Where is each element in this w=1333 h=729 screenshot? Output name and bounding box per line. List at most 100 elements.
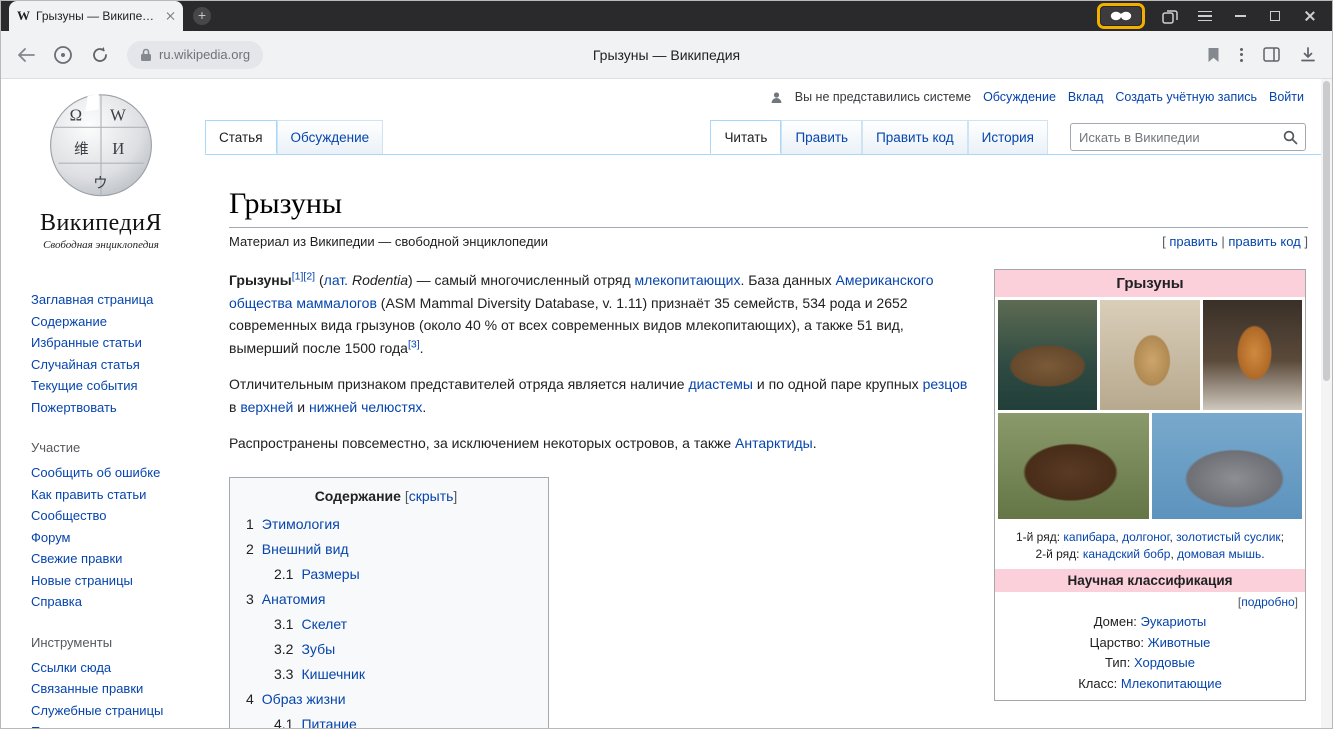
sidebar-item-new-pages[interactable]: Новые страницы bbox=[31, 570, 191, 592]
sidebar-item-recent-changes[interactable]: Свежие правки bbox=[31, 548, 191, 570]
inline-link[interactable]: золотистый суслик bbox=[1176, 530, 1281, 544]
sidebar-item-how-to-edit[interactable]: Как править статьи bbox=[31, 484, 191, 506]
scrollbar-thumb[interactable] bbox=[1323, 81, 1330, 381]
wikipedia-page: Ω W И 维 ウ ВикипедиЯ Свободная энциклопед… bbox=[1, 79, 1332, 728]
inline-link[interactable]: скрыть bbox=[409, 488, 454, 504]
tab-history[interactable]: История bbox=[968, 120, 1048, 154]
namespace-tabs: Статья Обсуждение bbox=[205, 120, 383, 154]
incognito-mask-button[interactable] bbox=[1101, 7, 1141, 25]
tab-groups-icon[interactable] bbox=[1160, 6, 1180, 26]
personal-link-create-account[interactable]: Создать учётную запись bbox=[1115, 90, 1257, 104]
taxobox: Грызуны 1-й ряд: капибара, д bbox=[994, 269, 1306, 701]
article-subtitle-row: Материал из Википедии — свободной энцикл… bbox=[229, 234, 1308, 249]
sidebar-item-report-error[interactable]: Сообщить об ошибке bbox=[31, 462, 191, 484]
sidebar-item-what-links-here[interactable]: Ссылки сюда bbox=[31, 657, 191, 679]
toc-item[interactable]: 3.1Скелет bbox=[246, 612, 526, 637]
yandex-icon[interactable] bbox=[53, 45, 73, 65]
sidebar-item-special-pages[interactable]: Служебные страницы bbox=[31, 700, 191, 722]
wikipedia-logo[interactable]: Ω W И 维 ウ ВикипедиЯ Свободная энциклопед… bbox=[31, 87, 171, 251]
download-icon[interactable] bbox=[1300, 47, 1316, 63]
page-scrollbar[interactable] bbox=[1321, 79, 1332, 728]
browser-tab[interactable]: W Грызуны — Википедия bbox=[9, 1, 183, 31]
toc-item[interactable]: 2Внешний вид bbox=[246, 537, 526, 562]
sidebar-item-forum[interactable]: Форум bbox=[31, 527, 191, 549]
inline-link[interactable]: домовая мышь bbox=[1177, 547, 1261, 561]
text-span: ) — самый многочисленный отряд bbox=[408, 272, 635, 288]
jerboa-photo[interactable] bbox=[1100, 300, 1199, 410]
inline-link[interactable]: долгоног bbox=[1122, 530, 1169, 544]
inline-link[interactable]: диастемы bbox=[688, 376, 753, 392]
sidebar-item-donate[interactable]: Пожертвовать bbox=[31, 397, 191, 419]
toc-item[interactable]: 3Анатомия bbox=[246, 587, 526, 612]
new-tab-button[interactable]: + bbox=[193, 7, 211, 25]
sidebar-item-help[interactable]: Справка bbox=[31, 591, 191, 613]
inline-link[interactable]: верхней bbox=[240, 399, 293, 415]
inline-link[interactable]: канадский бобр bbox=[1083, 547, 1171, 561]
beaver-photo[interactable] bbox=[998, 413, 1149, 519]
search-input[interactable] bbox=[1071, 124, 1283, 150]
reference-link[interactable]: [1] bbox=[292, 270, 304, 282]
inline-link[interactable]: править код bbox=[1228, 234, 1300, 249]
reference-link[interactable]: [2] bbox=[303, 270, 315, 282]
sidebar-item-contents[interactable]: Содержание bbox=[31, 311, 191, 333]
kebab-menu-icon[interactable] bbox=[1240, 48, 1243, 62]
taxobox-classification-header: Научная классификация bbox=[995, 569, 1305, 592]
sidebar-item-related-changes[interactable]: Связанные правки bbox=[31, 678, 191, 700]
text-span: и по одной паре крупных bbox=[753, 376, 923, 392]
text-span: Rodentia bbox=[352, 272, 408, 288]
wiki-main: Вы не представились системе Обсуждение В… bbox=[191, 79, 1332, 728]
toc-item[interactable]: 2.1Размеры bbox=[246, 562, 526, 587]
tab-edit[interactable]: Править bbox=[781, 120, 862, 154]
maximize-button[interactable] bbox=[1265, 6, 1285, 26]
bookmark-icon[interactable] bbox=[1207, 47, 1220, 63]
sidebar-item-current-events[interactable]: Текущие события bbox=[31, 375, 191, 397]
inline-link[interactable]: подробно bbox=[1241, 595, 1294, 609]
address-bar[interactable]: ru.wikipedia.org bbox=[127, 41, 263, 69]
tab-edit-source[interactable]: Править код bbox=[862, 120, 968, 154]
inline-link[interactable]: править bbox=[1169, 234, 1217, 249]
sidebar-item-community[interactable]: Сообщество bbox=[31, 505, 191, 527]
sidebar-item-permanent-link[interactable]: Постоянная ссылка bbox=[31, 721, 191, 728]
classification-details-link[interactable]: [подробно] bbox=[995, 592, 1305, 610]
house-mouse-photo[interactable] bbox=[1152, 413, 1303, 519]
inline-link[interactable]: капибара bbox=[1063, 530, 1115, 544]
reference-link[interactable]: [3] bbox=[408, 338, 420, 350]
toc-item[interactable]: 1Этимология bbox=[246, 512, 526, 537]
side-panel-icon[interactable] bbox=[1263, 47, 1280, 62]
value-link[interactable]: Млекопитающие bbox=[1121, 676, 1222, 691]
toc-item[interactable]: 3.3Кишечник bbox=[246, 662, 526, 687]
refresh-button[interactable] bbox=[91, 46, 109, 64]
personal-link-talk[interactable]: Обсуждение bbox=[983, 90, 1056, 104]
inline-link[interactable]: лат. bbox=[324, 272, 348, 288]
inline-link[interactable]: нижней челюстях bbox=[309, 399, 422, 415]
inline-link[interactable]: резцов bbox=[923, 376, 968, 392]
toc-item[interactable]: 4Образ жизни bbox=[246, 687, 526, 712]
menu-icon[interactable] bbox=[1195, 6, 1215, 26]
inline-link[interactable]: млекопитающих bbox=[635, 272, 741, 288]
toc-hide-toggle[interactable]: [скрыть] bbox=[405, 488, 457, 504]
text-span: 2-й ряд: bbox=[1035, 547, 1082, 561]
tab-close-icon[interactable] bbox=[165, 11, 175, 21]
toc-item[interactable]: 3.2Зубы bbox=[246, 637, 526, 662]
tab-article[interactable]: Статья bbox=[205, 120, 277, 154]
value-link[interactable]: Эукариоты bbox=[1140, 614, 1206, 629]
tab-discussion[interactable]: Обсуждение bbox=[277, 120, 384, 154]
close-button[interactable] bbox=[1300, 6, 1320, 26]
value-link[interactable]: Животные bbox=[1148, 635, 1211, 650]
back-button[interactable] bbox=[17, 48, 35, 62]
capybara-photo[interactable] bbox=[998, 300, 1097, 410]
personal-link-login[interactable]: Войти bbox=[1269, 90, 1304, 104]
site-subtitle: Материал из Википедии — свободной энцикл… bbox=[229, 234, 548, 249]
taxobox-image-collage[interactable] bbox=[995, 297, 1305, 522]
inline-link[interactable]: Антарктиды bbox=[735, 435, 813, 451]
sidebar-item-main-page[interactable]: Заглавная страница bbox=[31, 289, 191, 311]
personal-link-contributions[interactable]: Вклад bbox=[1068, 90, 1104, 104]
sidebar-item-random[interactable]: Случайная статья bbox=[31, 354, 191, 376]
toc-item[interactable]: 4.1Питание bbox=[246, 712, 526, 729]
golden-ground-squirrel-photo[interactable] bbox=[1203, 300, 1302, 410]
search-icon[interactable] bbox=[1283, 130, 1305, 145]
sidebar-item-featured[interactable]: Избранные статьи bbox=[31, 332, 191, 354]
minimize-button[interactable] bbox=[1230, 6, 1250, 26]
tab-read[interactable]: Читать bbox=[710, 120, 781, 154]
value-link[interactable]: Хордовые bbox=[1134, 655, 1195, 670]
